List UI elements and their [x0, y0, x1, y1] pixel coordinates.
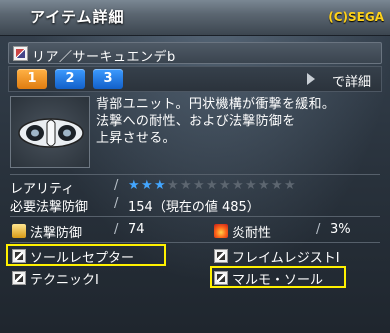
description-line: 法撃への耐性、および法撃防御を	[96, 114, 296, 129]
description-line: 上昇させる。	[96, 131, 176, 146]
play-arrow-icon	[307, 73, 315, 85]
rarity-label: レアリティ	[10, 182, 75, 197]
star-empty-icon: ★	[193, 178, 205, 193]
tech-defense-icon	[12, 224, 26, 238]
item-name-bar: リア／サーキュエンデb	[8, 42, 382, 65]
tab-row: 1 2 3 で詳細	[8, 66, 382, 92]
slash: /	[316, 222, 321, 237]
item-thumbnail	[10, 96, 90, 168]
item-name: リア／サーキュエンデb	[32, 50, 176, 65]
star-empty-icon: ★	[232, 178, 244, 193]
star-empty-icon: ★	[219, 178, 231, 193]
ability-icon	[12, 271, 26, 285]
star-empty-icon: ★	[245, 178, 257, 193]
star-empty-icon: ★	[284, 178, 296, 193]
tab-1[interactable]: 1	[17, 69, 47, 89]
fire-icon	[214, 224, 228, 238]
divider	[10, 216, 380, 217]
detail-link[interactable]: で詳細	[332, 71, 371, 90]
fire-resist-label: 炎耐性	[232, 226, 272, 241]
requirement-value: 154（現在の値 485）	[128, 200, 260, 215]
star-empty-icon: ★	[167, 178, 179, 193]
slash: /	[114, 222, 119, 237]
star-empty-icon: ★	[180, 178, 192, 193]
fire-resist-value: 3%	[330, 222, 351, 237]
tab-2[interactable]: 2	[55, 69, 85, 89]
divider	[10, 174, 380, 175]
ability-2: フレイムレジストI	[232, 251, 340, 266]
ability-3: テクニックI	[30, 273, 99, 288]
description-line: 背部ユニット。円状機構が衝撃を緩和。	[96, 97, 336, 112]
copyright-label: (C)SEGA	[328, 10, 384, 24]
tab-3[interactable]: 3	[93, 69, 123, 89]
star-empty-icon: ★	[206, 178, 218, 193]
star-empty-icon: ★	[271, 178, 283, 193]
divider	[10, 242, 380, 243]
window-title: アイテム詳細	[30, 8, 125, 26]
star-filled-icon: ★	[141, 178, 153, 193]
star-empty-icon: ★	[258, 178, 270, 193]
rear-unit-image	[18, 118, 84, 148]
star-filled-icon: ★	[128, 178, 140, 193]
item-description: 背部ユニット。円状機構が衝撃を緩和。 法撃への耐性、および法撃防御を 上昇させる…	[96, 96, 382, 147]
highlight-box	[210, 266, 346, 288]
tech-defense-label: 法撃防御	[30, 226, 83, 241]
requirement-label: 必要法撃防御	[10, 200, 89, 215]
star-filled-icon: ★	[154, 178, 166, 193]
tech-defense-value: 74	[128, 222, 145, 237]
highlight-box	[6, 244, 166, 266]
ability-icon	[214, 249, 228, 263]
slash: /	[114, 178, 119, 193]
window-header: アイテム詳細 (C)SEGA	[0, 0, 390, 36]
rear-unit-icon	[13, 46, 28, 61]
slash: /	[114, 196, 119, 211]
